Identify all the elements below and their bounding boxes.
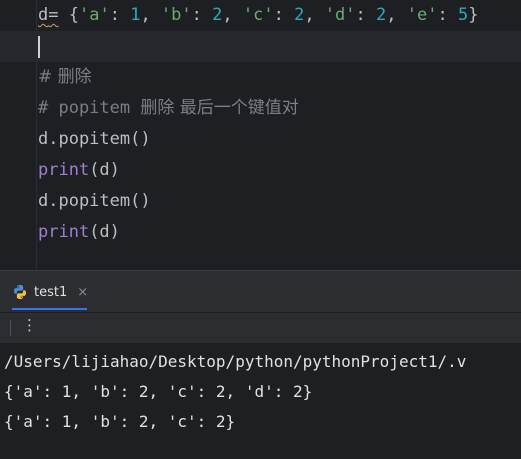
dict-value: 2 xyxy=(376,5,387,25)
console-line: {'a': 1, 'b': 2, 'c': 2} xyxy=(4,412,236,431)
console-line: {'a': 1, 'b': 2, 'c': 2, 'd': 2} xyxy=(4,382,313,401)
dict-value: 2 xyxy=(294,5,305,25)
tab-test1[interactable]: test1 × xyxy=(12,279,88,305)
comment-line-delete[interactable]: # 删除 xyxy=(38,62,92,93)
dict-key: 'e' xyxy=(406,5,438,25)
dict-key: 'c' xyxy=(242,5,274,25)
builtin-print: print xyxy=(38,222,90,242)
code-editor[interactable]: d= {'a': 1, 'b': 2, 'c': 2, 'd': 2, 'e':… xyxy=(0,0,521,270)
builtin-print: print xyxy=(38,160,90,180)
variable-d: d= xyxy=(38,5,59,25)
code-line-popitem-1[interactable]: d.popitem() xyxy=(38,124,151,155)
close-icon[interactable]: × xyxy=(77,285,88,300)
current-line-highlight xyxy=(0,31,521,62)
console-output[interactable]: /Users/lijiahao/Desktop/python/pythonPro… xyxy=(0,343,521,459)
console-line: /Users/lijiahao/Desktop/python/pythonPro… xyxy=(4,352,467,371)
toolbar-separator xyxy=(10,320,11,336)
run-tool-window: test1 × ⋮ /Users/lijiahao/Desktop/python… xyxy=(0,270,521,459)
code-line-print-1[interactable]: print(d) xyxy=(38,155,120,186)
dict-key: 'a' xyxy=(78,5,110,25)
python-icon xyxy=(14,285,26,299)
more-options-icon[interactable]: ⋮ xyxy=(22,316,37,334)
active-tab-indicator xyxy=(12,308,87,310)
dict-value: 5 xyxy=(457,5,469,25)
dict-key: 'b' xyxy=(160,5,192,25)
code-line-popitem-2[interactable]: d.popitem() xyxy=(38,186,151,217)
dict-key: 'd' xyxy=(324,5,356,25)
dict-value: 1 xyxy=(130,5,141,25)
run-tab-bar: test1 × xyxy=(0,271,521,311)
brace-close: } xyxy=(468,5,479,25)
comment-line-popitem[interactable]: # popitem 删除 最后一个键值对 xyxy=(38,93,299,124)
code-line-1[interactable]: d= {'a': 1, 'b': 2, 'c': 2, 'd': 2, 'e':… xyxy=(38,0,478,31)
dict-value: 2 xyxy=(212,5,223,25)
brace-open: { xyxy=(58,5,79,25)
tab-label: test1 xyxy=(34,284,68,300)
text-caret xyxy=(38,36,40,58)
code-line-print-2[interactable]: print(d) xyxy=(38,217,120,248)
run-toolbar: ⋮ xyxy=(0,312,521,343)
